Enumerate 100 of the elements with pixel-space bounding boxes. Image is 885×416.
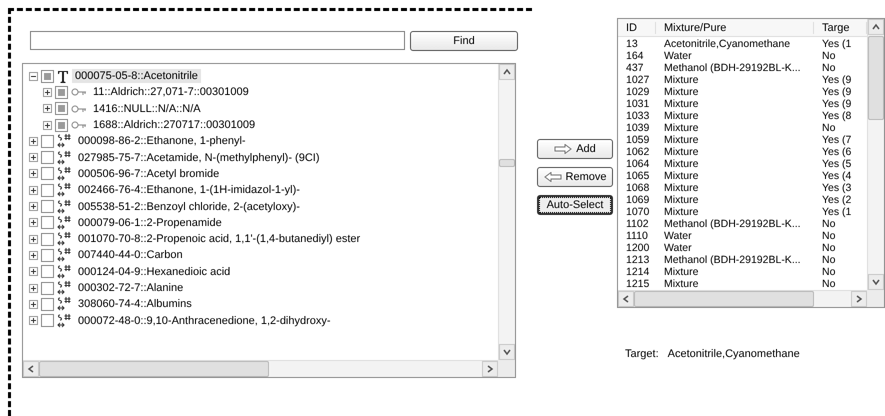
vertical-scrollbar[interactable]	[498, 64, 515, 360]
tree-checkbox[interactable]	[41, 200, 54, 214]
scroll-thumb[interactable]	[634, 291, 814, 307]
tree-item[interactable]: 000072-48-0::9,10-Anthracenedione, 1,2-dihydroxy-	[75, 314, 334, 328]
tree-item[interactable]: 000506-96-7::Acetyl bromide	[75, 166, 222, 181]
expand-icon[interactable]	[29, 202, 38, 212]
table-cell-text: 1064	[625, 158, 650, 170]
remove-button[interactable]: Remove	[537, 167, 613, 187]
tree-checkbox[interactable]	[41, 298, 54, 311]
horizontal-scrollbar[interactable]	[618, 290, 867, 307]
table-cell-text: 1039	[625, 122, 650, 134]
table-cell-text: Methanol (BDH-29192BL-K...	[663, 254, 802, 266]
tree-checkbox[interactable]	[55, 118, 68, 132]
scroll-down-button[interactable]	[868, 274, 884, 290]
table-cell-text: 1062	[625, 146, 650, 158]
auto-select-button[interactable]: Auto-Select	[537, 195, 613, 215]
expand-icon[interactable]	[29, 250, 38, 260]
table-cell-text: No	[821, 50, 836, 62]
scroll-down-button[interactable]	[499, 344, 515, 360]
expand-icon[interactable]	[29, 316, 38, 326]
table-cell-text: Yes (7	[821, 134, 852, 146]
vertical-scrollbar[interactable]	[867, 19, 884, 290]
scroll-thumb[interactable]	[868, 36, 884, 120]
left-arrow-icon	[544, 172, 562, 182]
scroll-right-button[interactable]	[851, 291, 867, 307]
target-label: Target:	[625, 348, 659, 360]
tree-checkbox[interactable]	[55, 86, 68, 99]
column-header[interactable]: ID	[618, 22, 656, 34]
scroll-thumb[interactable]	[499, 159, 515, 167]
tree-checkbox[interactable]	[41, 265, 54, 278]
table-cell-text: Yes (9	[821, 86, 852, 98]
expand-icon[interactable]	[29, 234, 38, 244]
scroll-left-button[interactable]	[618, 291, 634, 307]
tree-item[interactable]: 027985-75-7::Acetamide, N-(methylphenyl)- (9CI)	[75, 150, 322, 165]
table-cell-text: Mixture	[663, 182, 700, 194]
expand-icon[interactable]	[29, 186, 38, 195]
tree-checkbox[interactable]	[41, 248, 54, 262]
tree-item[interactable]: 1688::Aldrich::270717::00301009	[90, 118, 258, 132]
tree-checkbox[interactable]	[41, 216, 54, 230]
expand-icon[interactable]	[29, 267, 38, 276]
tree-checkbox[interactable]	[41, 151, 54, 164]
tree-item[interactable]: 001070-70-8::2-Propenoic acid, 1,1'-(1,4-butanediyl) ester	[75, 232, 364, 246]
tree-item[interactable]: 308060-74-4::Albumins	[75, 297, 195, 312]
molecule-icon	[57, 280, 72, 296]
table-cell-text: 1068	[625, 182, 650, 194]
tree-item[interactable]: 000075-05-8::Acetonitrile	[72, 69, 201, 84]
tree-checkbox[interactable]	[41, 282, 54, 294]
scroll-thumb[interactable]	[39, 361, 269, 377]
expand-icon[interactable]	[29, 218, 38, 228]
tree-item[interactable]: 002466-76-4::Ethanone, 1-(1H-imidazol-1-yl)-	[75, 183, 303, 198]
table-cell-text: 13	[625, 38, 639, 50]
arrow-right-icon	[854, 294, 864, 304]
table-cell-text: Yes (1	[821, 206, 852, 218]
tree-item[interactable]: 000302-72-7::Alanine	[75, 281, 186, 295]
molecule-icon	[57, 133, 72, 150]
tree-item[interactable]: 000079-06-1::2-Propenamide	[75, 216, 225, 230]
key-icon	[71, 104, 87, 114]
scrollbar-corner	[498, 360, 515, 377]
tree-checkbox[interactable]	[41, 314, 54, 328]
tree-item[interactable]: 005538-51-2::Benzoyl chloride, 2-(acetyloxy)-	[75, 200, 303, 214]
expand-icon[interactable]	[29, 300, 38, 309]
column-header[interactable]: Mixture/Pure	[656, 22, 814, 34]
find-button[interactable]: Find	[410, 31, 518, 51]
tree-item[interactable]: 1416::NULL::N/A::N/A	[90, 102, 204, 116]
tree-item[interactable]: 007440-44-0::Carbon	[75, 248, 186, 262]
scroll-left-button[interactable]	[23, 361, 39, 377]
expand-icon[interactable]	[29, 153, 38, 162]
expand-icon[interactable]	[29, 169, 38, 178]
tree-checkbox[interactable]	[41, 70, 54, 83]
tree-checkbox[interactable]	[41, 134, 54, 148]
tree-item[interactable]: 000098-86-2::Ethanone, 1-phenyl-	[75, 134, 249, 148]
expand-icon[interactable]	[43, 88, 52, 97]
table-cell-text: Mixture	[663, 194, 700, 206]
tree-item[interactable]: 11::Aldrich::27,071-7::00301009	[90, 85, 252, 100]
table-cell-text: Yes (1	[821, 38, 852, 50]
tree-checkbox[interactable]	[41, 184, 54, 197]
tree-checkbox[interactable]	[41, 232, 54, 246]
scroll-up-button[interactable]	[499, 64, 515, 80]
table-cell-text: 1213	[625, 254, 650, 266]
expand-icon[interactable]	[43, 120, 52, 130]
scroll-up-button[interactable]	[868, 19, 884, 35]
molecule-icon	[57, 247, 72, 264]
scroll-right-button[interactable]	[482, 361, 498, 377]
expand-icon[interactable]	[43, 104, 52, 114]
arrow-up-icon	[502, 67, 512, 77]
tree-checkbox[interactable]	[55, 102, 68, 116]
expand-icon[interactable]	[29, 284, 38, 292]
tree-checkbox[interactable]	[41, 167, 54, 180]
tree-item[interactable]: 000124-04-9::Hexanedioic acid	[75, 264, 234, 279]
table-cell-text: Mixture	[663, 110, 700, 122]
right-arrow-icon	[554, 144, 572, 154]
expand-icon[interactable]	[29, 136, 38, 146]
table-cell-text: Methanol (BDH-29192BL-K...	[663, 218, 802, 230]
collapse-icon[interactable]	[29, 72, 38, 81]
search-field[interactable]	[30, 31, 405, 50]
horizontal-scrollbar[interactable]	[23, 360, 498, 377]
table-cell-text: 1031	[625, 98, 650, 110]
table-cell-text: Mixture	[663, 74, 700, 86]
table-cell-text: Mixture	[663, 86, 700, 98]
add-button[interactable]: Add	[537, 139, 613, 159]
